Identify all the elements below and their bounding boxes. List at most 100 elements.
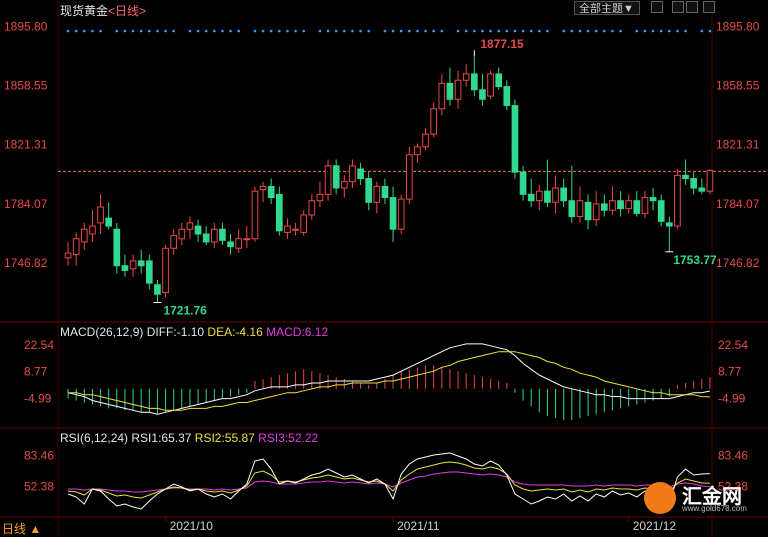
price-tick-left: 1858.55: [4, 79, 48, 93]
signal-marker: [505, 29, 509, 33]
signal-marker: [99, 29, 102, 33]
candle-body: [600, 203, 608, 211]
rsi-tick-right: 83.46: [718, 449, 748, 463]
signal-marker: [676, 29, 679, 33]
candle-body: [568, 200, 576, 218]
candle-body: [706, 170, 714, 192]
rsi-panel[interactable]: 83.46 83.4652.38 52.38: [24, 449, 748, 510]
macd-tick-left: 22.54: [24, 338, 54, 352]
candle-body: [284, 225, 291, 233]
price-tick-right: 1784.07: [716, 197, 760, 211]
candle-body: [129, 260, 137, 270]
window-close-icon[interactable]: [703, 1, 715, 13]
candle-body: [479, 89, 486, 100]
candle-body: [381, 185, 389, 199]
candle-body: [332, 165, 340, 189]
signal-marker: [651, 29, 655, 33]
signal-marker: [237, 29, 240, 33]
macd-header: MACD(26,12,9) DIFF:-1.10 DEA:-4.16 MACD:…: [60, 325, 328, 339]
candle-body: [527, 193, 535, 202]
window-maximize-icon[interactable]: [686, 1, 698, 13]
candle-body: [251, 190, 259, 240]
signal-marker: [221, 29, 224, 33]
signal-marker: [367, 29, 370, 33]
period-selector[interactable]: <日线>: [108, 4, 146, 18]
price-tick-right: 1821.31: [716, 138, 760, 152]
rsi-title: RSI(6,12,24): [60, 431, 129, 445]
candle-body: [584, 201, 592, 221]
chart-stage[interactable]: 1895.80 1895.80 1858.55 1858.55 1821.31 1821.…: [0, 0, 768, 537]
candle-body: [300, 214, 308, 233]
signal-marker: [278, 29, 281, 33]
signal-marker: [115, 29, 119, 33]
signal-marker: [497, 29, 500, 33]
candle-body: [267, 185, 275, 199]
price-tick-right: 1895.80: [716, 20, 760, 34]
candle-body: [487, 73, 494, 97]
candle-body: [446, 82, 454, 100]
signal-marker: [594, 29, 598, 33]
signal-marker: [424, 29, 427, 33]
theme-dropdown[interactable]: 全部主题▼: [574, 1, 640, 15]
candle-body: [186, 222, 194, 230]
candle-body: [170, 235, 178, 249]
signal-marker: [619, 29, 622, 33]
price-panel[interactable]: 1895.80 1895.80 1858.55 1858.55 1821.31 1821.…: [4, 20, 768, 318]
signal-marker: [391, 29, 395, 33]
signal-marker: [318, 29, 322, 33]
signal-marker: [351, 29, 354, 33]
macd-dea-label: DEA:-4.16: [207, 325, 263, 339]
candle-body: [674, 174, 681, 227]
candle-body: [389, 197, 397, 230]
candle-body: [430, 108, 438, 135]
candle-body: [560, 187, 568, 202]
signal-marker: [570, 29, 574, 33]
rsi3-label: RSI3:52.22: [258, 431, 319, 445]
candle-body: [365, 178, 373, 203]
candle-body: [625, 200, 633, 210]
candle-body: [194, 225, 202, 235]
rsi1-label: RSI1:65.37: [131, 431, 192, 445]
signal-marker: [513, 29, 517, 33]
signal-marker: [123, 29, 127, 33]
signal-marker: [156, 29, 159, 33]
signal-marker: [586, 29, 590, 33]
macd-diff-line: [67, 343, 711, 415]
candle-body: [340, 181, 348, 189]
signal-marker: [343, 29, 346, 33]
signal-marker: [603, 29, 606, 33]
window-resize-icon[interactable]: [672, 1, 684, 13]
signal-marker: [383, 29, 387, 33]
signal-marker: [261, 29, 265, 33]
macd-panel[interactable]: 22.54 22.54 8.77 8.77 -4.99 -4.99: [24, 338, 748, 421]
candle-body: [414, 146, 421, 156]
logo-mark-icon: [644, 482, 676, 514]
candle-body: [438, 82, 446, 110]
signal-marker: [708, 29, 712, 33]
price-tick-right: 1858.55: [716, 79, 760, 93]
candle-body: [154, 284, 161, 295]
period-toggle[interactable]: 日线 ▲: [2, 520, 41, 537]
candle-body: [89, 225, 96, 235]
signal-marker: [326, 29, 330, 33]
signal-marker: [684, 29, 687, 33]
candle-body: [576, 200, 584, 218]
signal-marker: [139, 29, 143, 33]
candle-body: [454, 79, 462, 100]
window-grid-icon[interactable]: [651, 1, 663, 13]
signal-marker: [204, 29, 208, 33]
signal-marker: [294, 29, 297, 33]
candle-body: [210, 228, 218, 243]
time-label: 2021/12: [633, 519, 677, 533]
grid-layer: [0, 0, 768, 537]
candle-body: [535, 190, 543, 202]
high-annotation: 1877.15: [480, 37, 524, 51]
candle-body: [495, 73, 503, 88]
candle-body: [617, 200, 624, 210]
signal-marker: [635, 29, 639, 33]
signal-marker: [148, 29, 151, 33]
candle-body: [275, 193, 283, 232]
signal-marker: [432, 29, 435, 33]
candle-body: [470, 73, 478, 91]
signal-marker: [286, 29, 289, 33]
